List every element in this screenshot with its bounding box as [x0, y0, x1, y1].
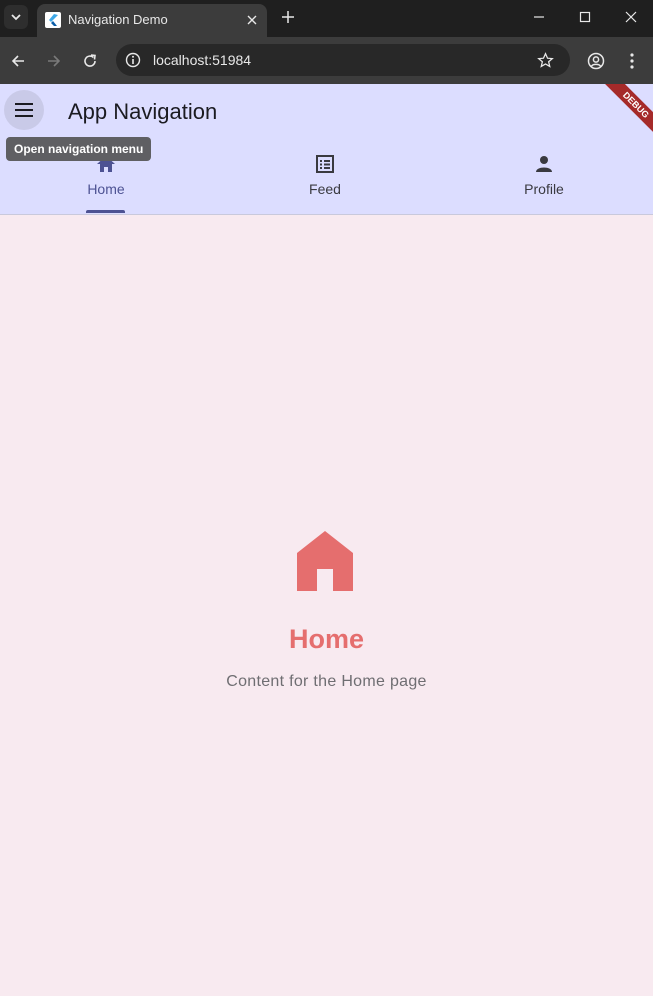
profile-button[interactable] — [584, 49, 608, 73]
arrow-right-icon — [48, 55, 61, 67]
close-icon — [625, 11, 637, 23]
plus-icon — [282, 11, 294, 23]
browser-tab[interactable]: Navigation Demo — [37, 4, 267, 37]
flutter-favicon-icon — [45, 12, 61, 28]
maximize-button[interactable] — [572, 5, 598, 29]
bookmark-button[interactable] — [535, 50, 555, 70]
kebab-menu-icon — [630, 53, 634, 69]
browser-tab-strip: Navigation Demo — [0, 0, 653, 37]
arrow-left-icon — [11, 55, 24, 67]
home-icon — [297, 531, 353, 591]
close-icon — [247, 15, 257, 25]
forward-button[interactable] — [42, 49, 66, 73]
minimize-button[interactable] — [526, 5, 552, 29]
account-icon — [587, 52, 605, 70]
tab-profile[interactable]: Profile — [484, 154, 604, 200]
selected-tab-indicator — [86, 210, 125, 213]
tab-title: Navigation Demo — [68, 12, 168, 27]
new-tab-button[interactable] — [278, 7, 298, 27]
close-window-button[interactable] — [618, 5, 644, 29]
tab-search-button[interactable] — [4, 5, 28, 29]
browser-toolbar: localhost:51984 — [0, 37, 653, 84]
list-icon — [315, 154, 335, 174]
tab-profile-label: Profile — [524, 181, 564, 197]
back-button[interactable] — [6, 49, 30, 73]
reload-button[interactable] — [78, 49, 102, 73]
address-bar[interactable]: localhost:51984 — [116, 44, 570, 76]
person-icon — [534, 154, 554, 174]
reload-icon — [84, 54, 96, 67]
app-bar: App Navigation Home Feed Profile Open na… — [0, 84, 653, 215]
info-icon[interactable] — [124, 51, 142, 69]
star-icon — [536, 51, 554, 68]
tab-feed-label: Feed — [309, 181, 341, 197]
hamburger-menu-icon — [15, 103, 33, 117]
page-content: Home Content for the Home page — [0, 524, 653, 704]
browser-menu-button[interactable] — [620, 49, 644, 73]
app-title: App Navigation — [68, 99, 218, 124]
navigation-menu-button[interactable] — [4, 90, 44, 130]
close-tab-button[interactable] — [243, 11, 261, 29]
maximize-icon — [579, 11, 591, 23]
tab-home-label: Home — [87, 181, 125, 197]
page-subtitle: Content for the Home page — [226, 673, 427, 690]
minimize-icon — [534, 16, 544, 18]
page-title: Home — [288, 624, 364, 654]
url-text[interactable]: localhost:51984 — [153, 52, 251, 68]
menu-tooltip: Open navigation menu — [6, 137, 152, 161]
app-viewport: App Navigation Home Feed Profile Open na… — [0, 84, 653, 996]
tab-feed[interactable]: Feed — [265, 154, 385, 200]
chevron-down-icon — [11, 14, 21, 21]
